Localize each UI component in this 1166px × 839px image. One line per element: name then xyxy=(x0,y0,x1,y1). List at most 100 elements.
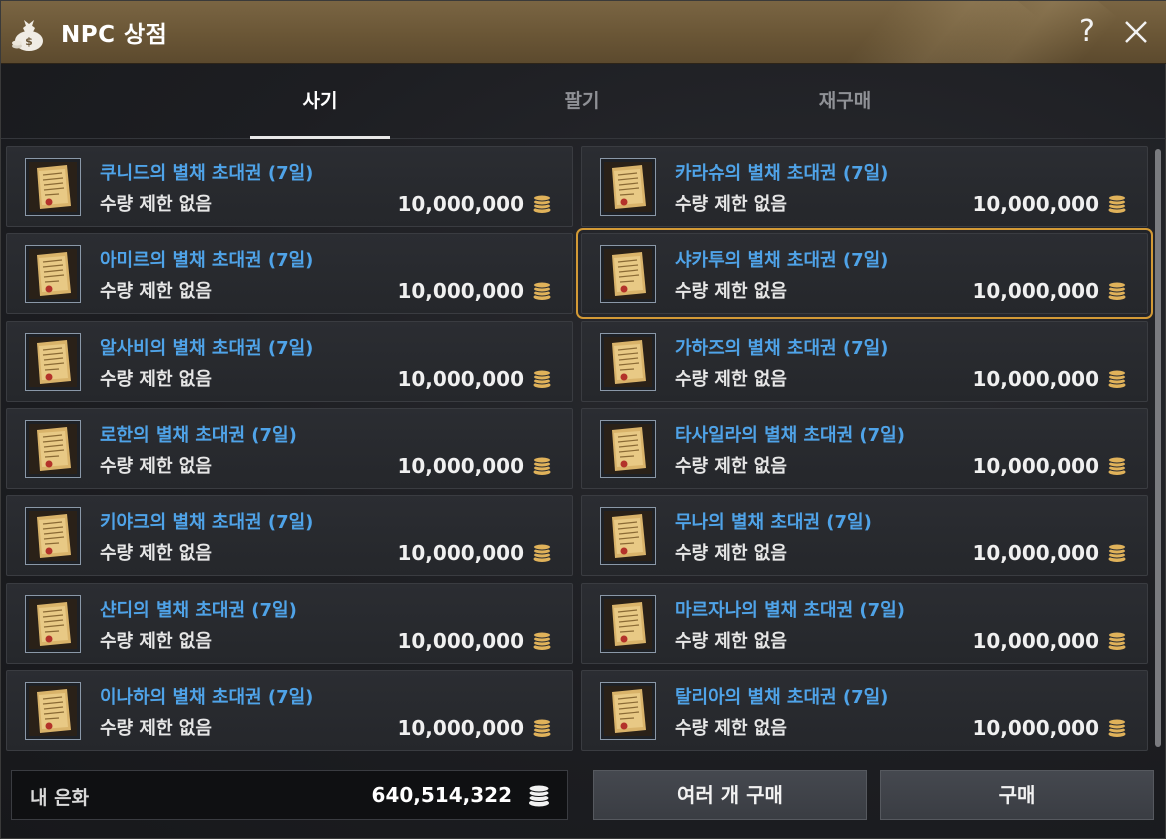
item-grid: 쿠니드의 별채 초대권 (7일) 수량 제한 없음 10,000,000 카라슈의 별… xyxy=(6,146,1153,752)
scroll-icon xyxy=(25,507,81,565)
silver-coin-stack-icon xyxy=(1107,718,1127,738)
item-name: 무나의 별채 초대권 (7일) xyxy=(675,512,872,533)
scroll-icon xyxy=(600,333,656,391)
money-bag-icon: $ xyxy=(11,14,47,52)
item-limit: 수량 제한 없음 xyxy=(100,543,212,564)
shop-item[interactable]: 알사비의 별채 초대권 (7일) 수량 제한 없음 10,000,000 xyxy=(6,321,573,402)
item-price: 10,000,000 xyxy=(972,367,1099,391)
shop-item[interactable]: 아미르의 별채 초대권 (7일) 수량 제한 없음 10,000,000 xyxy=(6,233,573,314)
silver-coin-stack-icon xyxy=(532,718,552,738)
item-price: 10,000,000 xyxy=(397,454,524,478)
item-name: 탈리아의 별채 초대권 (7일) xyxy=(675,687,889,708)
item-name: 알사비의 별채 초대권 (7일) xyxy=(100,338,314,359)
silver-coin-stack-icon xyxy=(532,281,552,301)
item-name: 로한의 별채 초대권 (7일) xyxy=(100,425,297,446)
item-price: 10,000,000 xyxy=(972,279,1099,303)
item-limit: 수량 제한 없음 xyxy=(100,456,212,477)
shop-item[interactable]: 이나하의 별채 초대권 (7일) 수량 제한 없음 10,000,000 xyxy=(6,670,573,751)
item-price: 10,000,000 xyxy=(397,279,524,303)
item-limit: 수량 제한 없음 xyxy=(675,456,787,477)
silver-coin-stack-icon xyxy=(532,369,552,389)
window-title: NPC 상점 xyxy=(61,22,168,48)
item-price: 10,000,000 xyxy=(397,541,524,565)
item-price: 10,000,000 xyxy=(397,192,524,216)
multi-buy-button[interactable]: 여러 개 구매 xyxy=(593,770,867,820)
scroll-icon xyxy=(600,245,656,303)
item-price: 10,000,000 xyxy=(972,192,1099,216)
item-limit: 수량 제한 없음 xyxy=(675,369,787,390)
shop-item[interactable]: 탈리아의 별채 초대권 (7일) 수량 제한 없음 10,000,000 xyxy=(581,670,1148,751)
item-name: 카라슈의 별채 초대권 (7일) xyxy=(675,163,889,184)
wallet-label: 내 은화 xyxy=(30,787,90,809)
item-limit: 수량 제한 없음 xyxy=(100,194,212,215)
wallet-amount: 640,514,322 xyxy=(371,783,512,807)
shop-item[interactable]: 마르자나의 별채 초대권 (7일) 수량 제한 없음 10,000,000 xyxy=(581,583,1148,664)
shop-item[interactable]: 가하즈의 별채 초대권 (7일) 수량 제한 없음 10,000,000 xyxy=(581,321,1148,402)
shop-item[interactable]: 무나의 별채 초대권 (7일) 수량 제한 없음 10,000,000 xyxy=(581,495,1148,576)
silver-coin-stack-icon xyxy=(1107,543,1127,563)
item-limit: 수량 제한 없음 xyxy=(675,543,787,564)
shop-item[interactable]: 쿠니드의 별채 초대권 (7일) 수량 제한 없음 10,000,000 xyxy=(6,146,573,227)
item-name: 쿠니드의 별채 초대권 (7일) xyxy=(100,163,314,184)
item-price: 10,000,000 xyxy=(397,629,524,653)
silver-coin-stack-icon xyxy=(1107,631,1127,651)
item-limit: 수량 제한 없음 xyxy=(675,631,787,652)
item-price: 10,000,000 xyxy=(972,629,1099,653)
scroll-icon xyxy=(25,595,81,653)
npc-shop-window: $ NPC 상점 ? 사기 팔기 재구매 쿠니드의 별채 초대권 (7일) 수량 … xyxy=(0,0,1166,839)
silver-coin-stack-icon xyxy=(1107,456,1127,476)
scroll-icon xyxy=(25,333,81,391)
shop-tabs: 사기 팔기 재구매 xyxy=(1,65,1166,139)
close-icon[interactable] xyxy=(1121,17,1151,47)
scroll-icon xyxy=(600,158,656,216)
help-button[interactable]: ? xyxy=(1073,13,1101,51)
shop-item[interactable]: 샨디의 별채 초대권 (7일) 수량 제한 없음 10,000,000 xyxy=(6,583,573,664)
item-name: 키야크의 별채 초대권 (7일) xyxy=(100,512,314,533)
item-name: 샤카투의 별채 초대권 (7일) xyxy=(675,250,889,271)
scroll-icon xyxy=(600,420,656,478)
scroll-icon xyxy=(600,507,656,565)
scroll-icon xyxy=(25,158,81,216)
item-name: 이나하의 별채 초대권 (7일) xyxy=(100,687,314,708)
silver-coin-stack-icon xyxy=(532,456,552,476)
silver-coin-stack-icon xyxy=(1107,194,1127,214)
buy-button[interactable]: 구매 xyxy=(880,770,1154,820)
shop-item[interactable]: 샤카투의 별채 초대권 (7일) 수량 제한 없음 10,000,000 xyxy=(576,228,1153,319)
title-bar[interactable]: $ NPC 상점 ? xyxy=(1,1,1166,64)
scrollbar-thumb[interactable] xyxy=(1155,149,1161,747)
tab-buy[interactable]: 사기 xyxy=(240,65,400,139)
item-price: 10,000,000 xyxy=(397,367,524,391)
item-limit: 수량 제한 없음 xyxy=(100,281,212,302)
tab-rebuy[interactable]: 재구매 xyxy=(765,65,925,139)
item-price: 10,000,000 xyxy=(972,541,1099,565)
item-price: 10,000,000 xyxy=(397,716,524,740)
shop-item[interactable]: 타사일라의 별채 초대권 (7일) 수량 제한 없음 10,000,000 xyxy=(581,408,1148,489)
item-limit: 수량 제한 없음 xyxy=(675,718,787,739)
scroll-icon xyxy=(25,420,81,478)
shop-item[interactable]: 카라슈의 별채 초대권 (7일) 수량 제한 없음 10,000,000 xyxy=(581,146,1148,227)
scroll-icon xyxy=(600,682,656,740)
silver-coin-stack-icon xyxy=(532,194,552,214)
item-limit: 수량 제한 없음 xyxy=(100,369,212,390)
item-price: 10,000,000 xyxy=(972,716,1099,740)
silver-coin-stack-icon xyxy=(1107,369,1127,389)
item-limit: 수량 제한 없음 xyxy=(675,194,787,215)
scroll-icon xyxy=(600,595,656,653)
item-name: 샨디의 별채 초대권 (7일) xyxy=(100,600,297,621)
item-name: 아미르의 별채 초대권 (7일) xyxy=(100,250,314,271)
item-price: 10,000,000 xyxy=(972,454,1099,478)
shop-item[interactable]: 로한의 별채 초대권 (7일) 수량 제한 없음 10,000,000 xyxy=(6,408,573,489)
item-limit: 수량 제한 없음 xyxy=(675,281,787,302)
item-limit: 수량 제한 없음 xyxy=(100,631,212,652)
silver-coin-stack-icon xyxy=(1107,281,1127,301)
shop-item[interactable]: 키야크의 별채 초대권 (7일) 수량 제한 없음 10,000,000 xyxy=(6,495,573,576)
item-name: 타사일라의 별채 초대권 (7일) xyxy=(675,425,905,446)
silver-coin-stack-icon xyxy=(532,543,552,563)
silver-coin-stack-icon xyxy=(532,631,552,651)
item-limit: 수량 제한 없음 xyxy=(100,718,212,739)
scrollbar[interactable] xyxy=(1154,146,1162,752)
item-name: 마르자나의 별채 초대권 (7일) xyxy=(675,600,905,621)
scroll-icon xyxy=(25,682,81,740)
tab-sell[interactable]: 팔기 xyxy=(502,65,662,139)
wallet-panel: 내 은화 640,514,322 xyxy=(11,770,568,820)
